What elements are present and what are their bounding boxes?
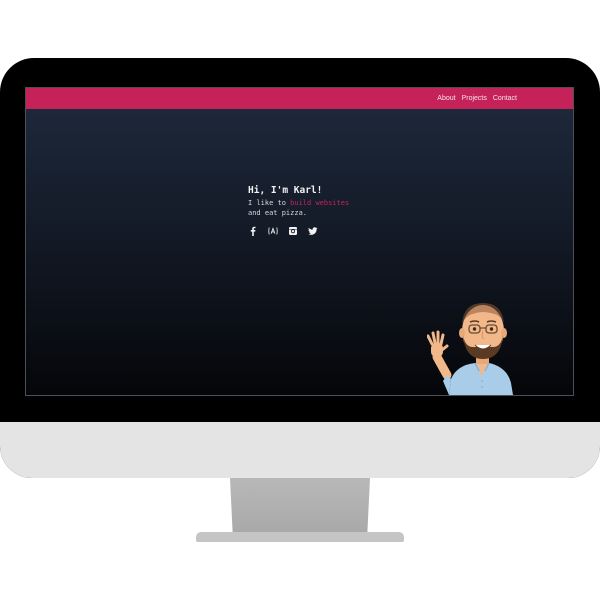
hero-tagline-line2: and eat pizza. (248, 209, 308, 217)
nav-links: About Projects Contact (437, 88, 517, 109)
hero-greeting: Hi, I'm Karl! (248, 185, 323, 196)
tagline-prefix: I like to (248, 199, 291, 207)
nav-link-contact[interactable]: Contact (493, 95, 517, 102)
codepen-icon[interactable] (268, 226, 278, 236)
hero: Hi, I'm Karl! I like to build websites a… (248, 185, 408, 236)
instagram-icon[interactable] (288, 226, 298, 236)
website-screen: About Projects Contact Hi, I'm Karl! I l… (25, 87, 574, 396)
tagline-accent: build websites (290, 199, 350, 207)
waving-hand (421, 330, 452, 380)
monitor-chin (0, 422, 600, 478)
monitor-stand-base (196, 532, 404, 542)
nav-link-about[interactable]: About (437, 95, 455, 102)
nav-link-projects[interactable]: Projects (462, 95, 487, 102)
hero-tagline: I like to build websites (248, 198, 408, 208)
twitter-icon[interactable] (308, 226, 318, 236)
monitor-stand (230, 478, 370, 536)
facebook-icon[interactable] (248, 226, 258, 236)
social-links (248, 226, 408, 236)
avatar (421, 295, 517, 395)
navbar: About Projects Contact (26, 88, 573, 109)
